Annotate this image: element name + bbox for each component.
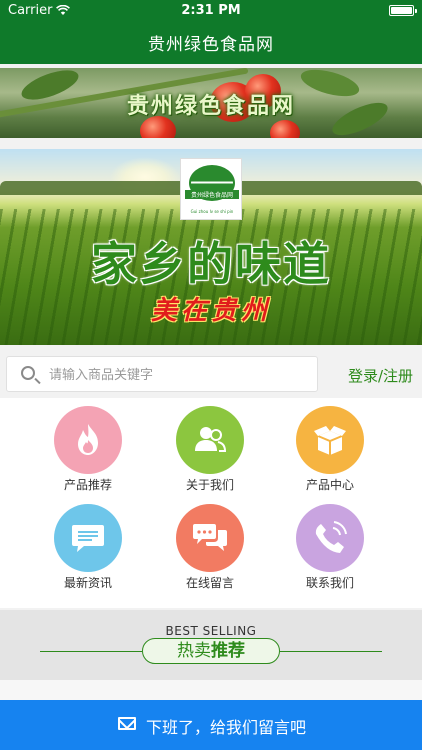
banner-slogan: 家乡的味道 bbox=[91, 237, 331, 291]
hot-label: 热卖 bbox=[177, 641, 211, 661]
best-selling-section: BEST SELLING 热卖推荐 bbox=[0, 610, 422, 680]
grid-item-contact-us[interactable]: 联系我们 bbox=[270, 496, 390, 596]
users-icon bbox=[195, 427, 227, 452]
divider-left bbox=[40, 651, 142, 652]
grid-item-circle bbox=[54, 504, 122, 572]
best-selling-heading: BEST SELLING bbox=[165, 624, 257, 638]
flame-icon bbox=[78, 424, 98, 455]
category-grid: 产品推荐 关于我们 产品中心 最新资讯 在线留言 联系我们 bbox=[0, 398, 422, 608]
recommend-label: 推荐 bbox=[211, 641, 245, 661]
login-register-link[interactable]: 登录/注册 bbox=[348, 365, 413, 386]
logo-name: 贵州绿色食品网 bbox=[185, 190, 239, 199]
status-time: 2:31 PM bbox=[181, 3, 241, 18]
grid-item-latest-news[interactable]: 最新资讯 bbox=[28, 496, 148, 596]
grid-item-label: 联系我们 bbox=[305, 576, 354, 590]
grid-item-product-center[interactable]: 产品中心 bbox=[270, 398, 390, 498]
search-bar: 登录/注册 bbox=[0, 352, 422, 396]
grid-item-circle bbox=[176, 504, 244, 572]
brand-logo: 贵州绿色食品网 Gui zhou lv se shi pin bbox=[180, 158, 242, 220]
grid-item-online-message[interactable]: 在线留言 bbox=[150, 496, 270, 596]
banner-top-title: 贵州绿色食品网 bbox=[126, 94, 295, 119]
grid-item-circle bbox=[54, 406, 122, 474]
grid-item-label: 关于我们 bbox=[185, 478, 234, 492]
grid-item-circle bbox=[296, 406, 364, 474]
hot-recommend-badge[interactable]: 热卖推荐 bbox=[142, 638, 280, 664]
banner-sub-slogan: 美在贵州 bbox=[150, 296, 271, 326]
banner-top[interactable]: 贵州绿色食品网 bbox=[0, 68, 422, 138]
message-icon bbox=[72, 525, 104, 552]
box-icon bbox=[314, 426, 346, 455]
grid-item-label: 产品推荐 bbox=[63, 478, 112, 492]
top-bar: Carrier 2:31 PM 贵州绿色食品网 bbox=[0, 0, 422, 64]
chat-icon bbox=[193, 524, 227, 551]
leave-message-label: 下班了，给我们留言吧 bbox=[146, 718, 307, 737]
divider-right bbox=[280, 651, 382, 652]
grid-item-product-recommend[interactable]: 产品推荐 bbox=[28, 398, 148, 498]
grid-item-about-us[interactable]: 关于我们 bbox=[150, 398, 270, 498]
app-screen: Carrier 2:31 PM 贵州绿色食品网 贵州绿色食品网 贵州绿色食品网 … bbox=[0, 0, 422, 750]
grid-item-circle bbox=[296, 504, 364, 572]
phone-icon bbox=[315, 521, 347, 553]
grid-item-label: 产品中心 bbox=[305, 478, 354, 492]
grid-item-label: 最新资讯 bbox=[63, 576, 112, 590]
search-input[interactable] bbox=[49, 363, 309, 387]
search-box[interactable] bbox=[6, 356, 318, 392]
grid-item-label: 在线留言 bbox=[185, 576, 234, 590]
grid-item-circle bbox=[176, 406, 244, 474]
battery-icon bbox=[389, 5, 417, 16]
leave-message-bar[interactable]: 下班了，给我们留言吧 bbox=[0, 700, 422, 750]
search-icon bbox=[21, 366, 35, 380]
logo-subtitle: Gui zhou lv se shi pin bbox=[190, 209, 234, 214]
content-strip bbox=[0, 680, 422, 700]
envelope-icon bbox=[118, 717, 136, 730]
status-bar: Carrier 2:31 PM bbox=[0, 0, 422, 22]
page-title: 贵州绿色食品网 bbox=[148, 35, 274, 55]
